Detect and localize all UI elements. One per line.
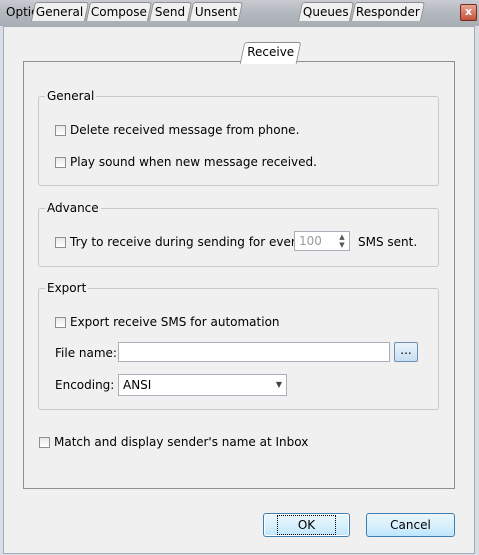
general-group: General bbox=[38, 89, 439, 186]
checkbox-box bbox=[55, 156, 66, 168]
checkbox-box bbox=[55, 316, 66, 328]
tab-compose[interactable]: Compose bbox=[85, 2, 153, 21]
tab-general[interactable]: General bbox=[30, 2, 90, 21]
export-sms-label: Export receive SMS for automation bbox=[70, 315, 280, 329]
interval-suffix: SMS sent. bbox=[358, 235, 418, 249]
try-receive-label: Try to receive during sending for every bbox=[70, 235, 303, 249]
play-sound-checkbox[interactable]: Play sound when new message received. bbox=[55, 155, 317, 169]
export-group-legend: Export bbox=[45, 281, 89, 295]
file-name-input[interactable] bbox=[118, 342, 390, 362]
checkbox-box bbox=[55, 124, 66, 136]
interval-spinner[interactable]: 100 ▲ ▼ bbox=[294, 231, 350, 251]
chevron-down-icon[interactable]: ▼ bbox=[276, 375, 282, 395]
interval-value: 100 bbox=[299, 234, 322, 248]
ok-button[interactable]: OK bbox=[263, 513, 350, 537]
encoding-label: Encoding: bbox=[55, 378, 115, 392]
match-sender-checkbox[interactable]: Match and display sender's name at Inbox bbox=[39, 435, 308, 449]
general-group-legend: General bbox=[45, 89, 97, 103]
tab-receive[interactable]: Receive bbox=[239, 42, 302, 64]
spinner-arrows-icon[interactable]: ▲ ▼ bbox=[337, 233, 347, 249]
close-button[interactable]: x bbox=[460, 4, 477, 21]
tab-queues[interactable]: Queues bbox=[297, 2, 355, 21]
file-name-label: File name: bbox=[55, 346, 117, 360]
play-sound-label: Play sound when new message received. bbox=[70, 155, 317, 169]
browse-button[interactable]: ... bbox=[394, 342, 418, 362]
close-icon: x bbox=[464, 5, 473, 18]
encoding-value: ANSI bbox=[123, 378, 152, 392]
delete-received-checkbox[interactable]: Delete received message from phone. bbox=[55, 123, 299, 137]
tab-unsent[interactable]: Unsent bbox=[188, 2, 244, 21]
ok-label: OK bbox=[276, 515, 337, 535]
cancel-label: Cancel bbox=[390, 518, 431, 532]
delete-received-label: Delete received message from phone. bbox=[70, 123, 300, 137]
checkbox-box bbox=[55, 236, 66, 248]
checkbox-box bbox=[39, 436, 50, 448]
encoding-select[interactable]: ANSI ▼ bbox=[118, 374, 287, 396]
tab-responder[interactable]: Responder bbox=[350, 2, 426, 21]
advance-group-legend: Advance bbox=[45, 201, 101, 215]
tab-send[interactable]: Send bbox=[148, 2, 193, 21]
cancel-button[interactable]: Cancel bbox=[366, 513, 455, 537]
match-sender-label: Match and display sender's name at Inbox bbox=[54, 435, 309, 449]
try-receive-checkbox[interactable]: Try to receive during sending for every bbox=[55, 235, 303, 249]
export-sms-checkbox[interactable]: Export receive SMS for automation bbox=[55, 315, 280, 329]
